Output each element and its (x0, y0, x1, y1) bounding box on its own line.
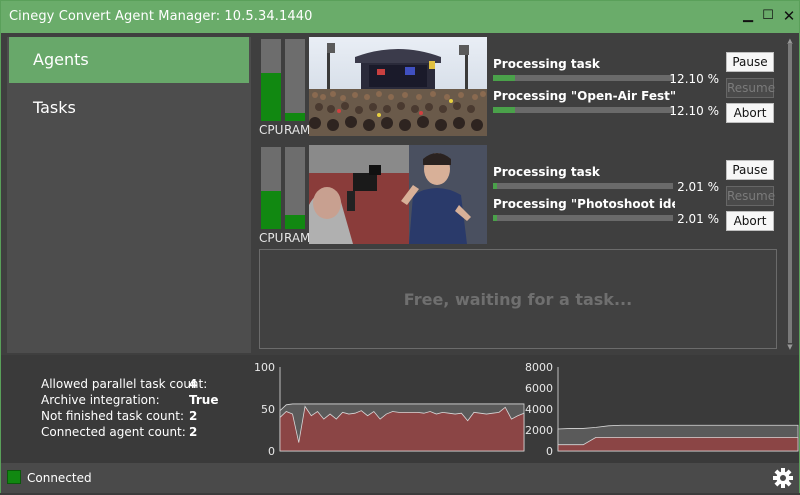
window-title: Cinegy Convert Agent Manager: 10.5.34.14… (9, 9, 313, 24)
stat-value: 4 (189, 377, 198, 391)
sidebar-item-label: Agents (33, 50, 89, 69)
settings-button[interactable] (770, 465, 796, 491)
abort-button[interactable]: Abort (726, 103, 774, 123)
y-tick-label: 4000 (525, 403, 553, 416)
ram-meter (285, 147, 305, 229)
status-bar: Connected (1, 463, 799, 493)
y-tick-label: 100 (254, 361, 275, 374)
subtask-progress-fill (493, 107, 515, 113)
minimize-button[interactable]: ▁ (739, 7, 757, 25)
ram-meter-fill (285, 112, 305, 121)
title-bar[interactable]: Cinegy Convert Agent Manager: 10.5.34.14… (1, 1, 799, 33)
stat-value: 2 (189, 425, 198, 439)
subtask-title: Processing "Open-Air Fest" sour (493, 89, 675, 103)
agent-card: CPU RAM (255, 37, 779, 137)
y-tick-label: 0 (546, 445, 553, 458)
cpu-label: CPU (259, 231, 284, 245)
cpu-meter (261, 39, 281, 121)
subtask-progress-bar (493, 107, 673, 113)
ram-history-chart: 8000 6000 4000 2000 0 (525, 361, 799, 458)
close-button[interactable]: ✕ (780, 7, 798, 25)
app-window: Cinegy Convert Agent Manager: 10.5.34.14… (0, 0, 800, 493)
ram-meter (285, 39, 305, 121)
y-tick-label: 6000 (525, 382, 553, 395)
connection-status-text: Connected (27, 471, 92, 485)
stat-value: True (189, 393, 219, 407)
task-progress-bar (493, 75, 673, 81)
cpu-meter (261, 147, 281, 229)
subtask-title: Processing "Photoshoot ideas" s (493, 197, 675, 211)
y-tick-label: 2000 (525, 424, 553, 437)
cpu-meter-fill (261, 73, 281, 121)
abort-button[interactable]: Abort (726, 211, 774, 231)
concert-thumbnail-image (309, 37, 487, 136)
task-title: Processing task (493, 57, 600, 71)
maximize-button[interactable]: ☐ (759, 7, 777, 25)
stat-label: Not finished task count: (41, 409, 184, 423)
pause-button[interactable]: Pause (726, 52, 774, 72)
ram-label: RAM (284, 123, 311, 137)
stats-panel: Allowed parallel task count: 4 Archive i… (1, 355, 253, 463)
subtask-progress-percent: 2.01 % (677, 212, 719, 226)
y-tick-label: 8000 (525, 361, 553, 374)
task-thumbnail (309, 145, 487, 244)
resume-button[interactable]: Resume (726, 186, 775, 206)
task-progress-percent: 12.10 % (669, 72, 719, 86)
interview-thumbnail-image (309, 145, 487, 244)
stat-value: 2 (189, 409, 198, 423)
agent-card: CPU RAM (255, 145, 779, 245)
task-progress-fill (493, 75, 515, 81)
scrollbar-thumb[interactable] (788, 43, 792, 343)
subtask-progress-bar (493, 215, 673, 221)
sidebar: Agents Tasks (7, 37, 251, 353)
subtask-progress-fill (493, 215, 497, 221)
stat-label: Archive integration: (41, 393, 160, 407)
series-area (557, 436, 799, 452)
free-agent-slot: Free, waiting for a task... (259, 249, 777, 349)
gear-icon (773, 468, 793, 488)
task-progress-percent: 2.01 % (677, 180, 719, 194)
scroll-down-icon[interactable]: ▼ (785, 343, 795, 351)
stat-label: Allowed parallel task count: (41, 377, 208, 391)
ram-label: RAM (284, 231, 311, 245)
task-progress-bar (493, 183, 673, 189)
pause-button[interactable]: Pause (726, 160, 774, 180)
ram-meter-fill (285, 215, 305, 229)
sidebar-item-agents[interactable]: Agents (9, 37, 249, 83)
cpu-label: CPU (259, 123, 284, 137)
charts-area: 100 50 0 8000 6000 4000 2000 0 (253, 355, 799, 463)
task-title: Processing task (493, 165, 600, 179)
task-thumbnail (309, 37, 487, 136)
y-tick-label: 0 (268, 445, 275, 458)
agents-list: CPU RAM Processing task 12.10 % Processi… (255, 37, 783, 353)
cpu-history-chart: 100 50 0 (254, 361, 525, 458)
stat-label: Connected agent count: (41, 425, 186, 439)
sidebar-item-tasks[interactable]: Tasks (9, 85, 249, 131)
vertical-scrollbar[interactable]: ▲ ▼ (785, 37, 795, 355)
cpu-meter-fill (261, 191, 281, 229)
connection-status-indicator (7, 470, 21, 484)
sidebar-item-label: Tasks (33, 98, 76, 117)
y-tick-label: 50 (261, 403, 275, 416)
resume-button[interactable]: Resume (726, 78, 775, 98)
subtask-progress-percent: 12.10 % (669, 104, 719, 118)
task-progress-fill (493, 183, 497, 189)
